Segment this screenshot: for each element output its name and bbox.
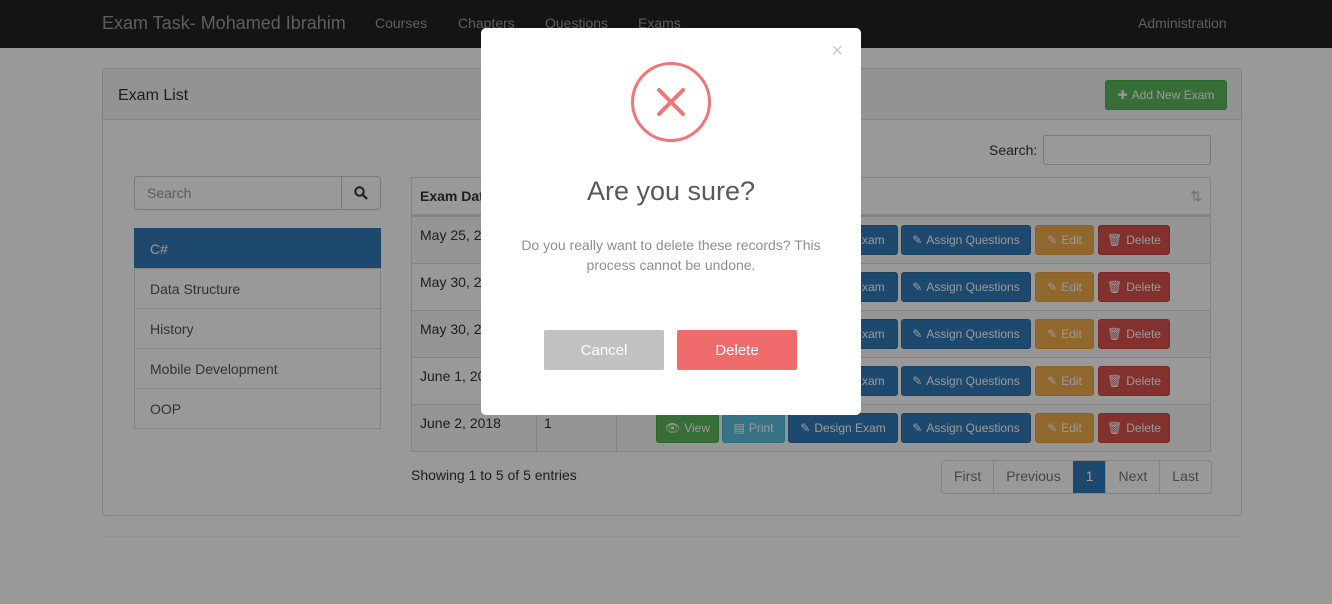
cancel-button[interactable]: Cancel <box>544 330 664 370</box>
modal-text: Do you really want to delete these recor… <box>521 237 821 273</box>
error-circle-icon <box>631 62 711 142</box>
modal-title: Are you sure? <box>586 176 756 206</box>
confirm-delete-button[interactable]: Delete <box>677 330 797 370</box>
confirm-delete-modal: × Are you sure? Do you really want to de… <box>481 28 861 415</box>
close-icon[interactable]: × <box>831 40 843 63</box>
